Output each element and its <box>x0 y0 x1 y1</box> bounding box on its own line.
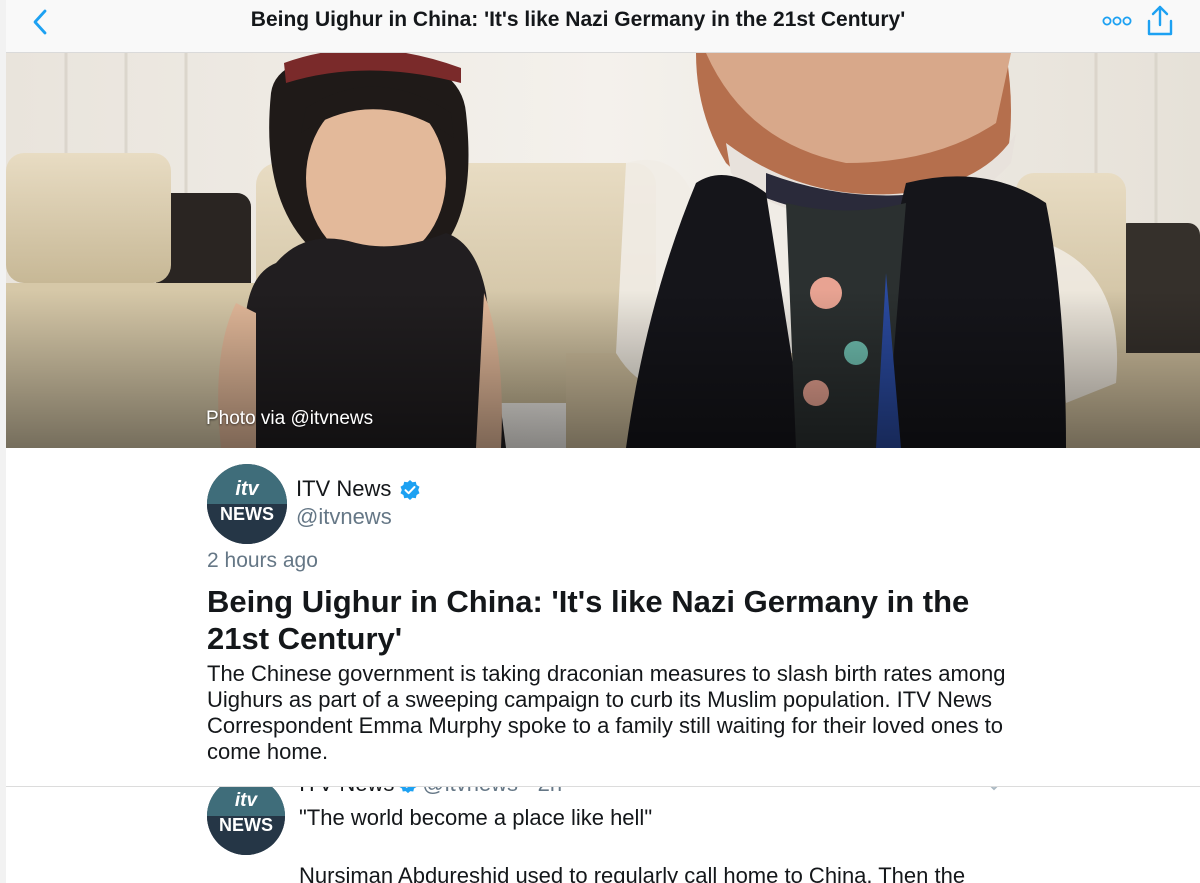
share-icon <box>1147 5 1173 36</box>
avatar[interactable]: itv NEWS <box>207 464 287 544</box>
avatar-logo-news: NEWS <box>220 504 274 524</box>
verified-badge-icon <box>399 787 417 794</box>
page-title: Being Uighur in China: 'It's like Nazi G… <box>250 8 906 31</box>
verified-badge-icon <box>400 480 420 500</box>
tweet-preview[interactable]: itv NEWS ITV News @itvnews · 2h "The worl… <box>6 787 1200 883</box>
tweet-avatar-logo-itv: itv <box>234 790 258 811</box>
back-button[interactable] <box>24 6 58 40</box>
chevron-left-icon <box>33 9 47 35</box>
tweet-author-handle[interactable]: @itvnews <box>422 787 518 796</box>
article-summary: The Chinese government is taking draconi… <box>207 661 1006 764</box>
tweet-time: · 2h <box>524 787 562 796</box>
article-headline[interactable]: Being Uighur in China: 'It's like Nazi G… <box>207 583 1007 657</box>
share-button[interactable] <box>1144 4 1176 38</box>
tweet-text-continued: Nursiman Abdureshid used to regularly ca… <box>299 863 966 883</box>
more-dots-icon <box>1102 16 1132 26</box>
tweet-avatar-logo-news: NEWS <box>219 815 273 835</box>
author-name[interactable]: ITV News <box>296 476 391 502</box>
article-hero-photo[interactable]: Photo via @itvnews <box>6 53 1200 448</box>
article-card[interactable]: itv NEWS ITV News @itvnews 2 hours ago B… <box>6 448 1200 787</box>
photo-illustration <box>6 53 1200 448</box>
more-options-button[interactable] <box>1102 10 1132 32</box>
author-handle[interactable]: @itvnews <box>296 504 392 530</box>
chevron-down-icon[interactable] <box>986 787 1002 791</box>
avatar-logo-itv: itv <box>235 478 259 500</box>
top-navigation-bar: Being Uighur in China: 'It's like Nazi G… <box>6 0 1200 53</box>
timestamp: 2 hours ago <box>207 549 318 572</box>
tweet-header: ITV News @itvnews · 2h <box>299 787 562 797</box>
tweet-author-name[interactable]: ITV News <box>299 787 394 796</box>
photo-caption: Photo via @itvnews <box>206 408 374 429</box>
tweet-text: "The world become a place like hell" <box>299 805 653 830</box>
tweet-avatar[interactable]: itv NEWS <box>207 787 285 855</box>
